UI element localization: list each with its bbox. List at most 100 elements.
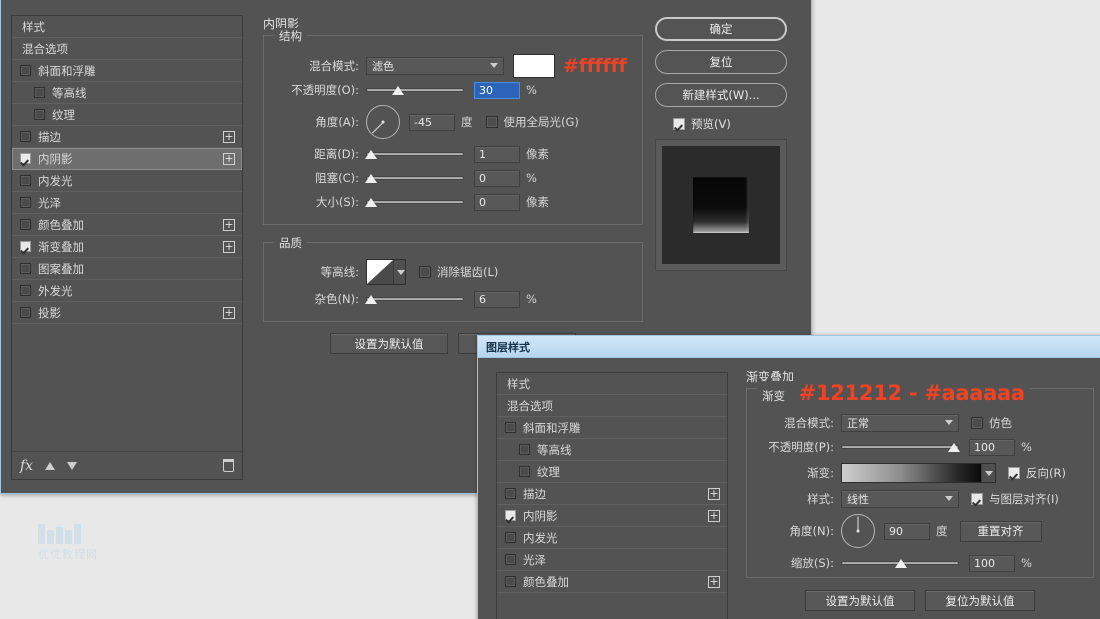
slider-thumb[interactable] bbox=[895, 559, 907, 568]
sidebar-item-inner-shadow[interactable]: 内阴影 + bbox=[12, 148, 242, 170]
sidebar2-item-inner-glow[interactable]: 内发光 bbox=[497, 527, 727, 549]
checkbox-inner-shadow[interactable] bbox=[505, 510, 516, 521]
size-input[interactable]: 0 bbox=[474, 193, 520, 211]
g-angle-dial[interactable] bbox=[841, 514, 875, 548]
angle-input[interactable]: -45 bbox=[409, 113, 455, 131]
checkbox-bevel-emboss[interactable] bbox=[20, 65, 31, 76]
add-color-overlay-icon[interactable]: + bbox=[223, 218, 235, 231]
checkbox-inner-glow[interactable] bbox=[505, 532, 516, 543]
arrow-up-icon[interactable] bbox=[45, 461, 56, 470]
gradient-preview-select[interactable] bbox=[841, 463, 996, 483]
add-stroke-icon[interactable]: + bbox=[708, 487, 720, 500]
checkbox-align-with-layer[interactable] bbox=[971, 493, 983, 505]
add-inner-shadow-icon[interactable]: + bbox=[708, 509, 720, 522]
reset-button-1[interactable]: 复位 bbox=[655, 50, 787, 74]
dialog-titlebar-2[interactable]: 图层样式 bbox=[478, 336, 1100, 358]
ok-button-1[interactable]: 确定 bbox=[655, 17, 787, 41]
set-default-button-1[interactable]: 设置为默认值 bbox=[330, 333, 448, 354]
checkbox-inner-shadow[interactable] bbox=[20, 153, 31, 164]
checkbox-drop-shadow[interactable] bbox=[20, 307, 31, 318]
checkbox-contour[interactable] bbox=[34, 87, 45, 98]
checkbox-stroke[interactable] bbox=[505, 488, 516, 499]
checkbox-antialias[interactable] bbox=[419, 266, 431, 278]
slider-thumb[interactable] bbox=[365, 198, 377, 207]
contour-preset-select[interactable] bbox=[366, 259, 406, 285]
blend-mode-select[interactable]: 滤色 bbox=[366, 57, 504, 75]
distance-slider[interactable] bbox=[365, 146, 464, 162]
new-style-button-1[interactable]: 新建样式(W)... bbox=[655, 83, 787, 107]
styles-list-panel-2[interactable]: 样式 混合选项 斜面和浮雕 等高线 纹理 描边 + 内阴影 + 内发光 光泽 颜… bbox=[496, 372, 728, 619]
angle-dial[interactable] bbox=[366, 105, 400, 139]
size-slider[interactable] bbox=[365, 194, 464, 210]
checkbox-preview[interactable] bbox=[673, 118, 685, 130]
shadow-color-swatch[interactable] bbox=[513, 54, 555, 78]
checkbox-color-overlay[interactable] bbox=[505, 576, 516, 587]
sidebar2-item-stroke[interactable]: 描边 + bbox=[497, 483, 727, 505]
checkbox-satin[interactable] bbox=[505, 554, 516, 565]
checkbox-inner-glow[interactable] bbox=[20, 175, 31, 186]
trash-icon[interactable] bbox=[223, 459, 234, 472]
noise-input[interactable]: 6 bbox=[474, 290, 520, 308]
checkbox-gradient-overlay[interactable] bbox=[20, 241, 31, 252]
fx-icon[interactable]: fx bbox=[20, 458, 33, 474]
checkbox-dither[interactable] bbox=[971, 417, 983, 429]
g-angle-input[interactable]: 90 bbox=[884, 522, 930, 540]
sidebar2-item-satin[interactable]: 光泽 bbox=[497, 549, 727, 571]
sidebar2-item-contour[interactable]: 等高线 bbox=[497, 439, 727, 461]
g-scale-input[interactable]: 100 bbox=[969, 554, 1015, 572]
g-blend-mode-select[interactable]: 正常 bbox=[841, 414, 959, 432]
sidebar-item-pattern-overlay[interactable]: 图案叠加 bbox=[12, 258, 242, 280]
slider-thumb[interactable] bbox=[365, 150, 377, 159]
add-drop-shadow-icon[interactable]: + bbox=[223, 306, 235, 319]
add-gradient-overlay-icon[interactable]: + bbox=[223, 240, 235, 253]
slider-thumb[interactable] bbox=[365, 174, 377, 183]
sidebar2-item-inner-shadow[interactable]: 内阴影 + bbox=[497, 505, 727, 527]
g-style-select[interactable]: 线性 bbox=[841, 490, 959, 508]
add-inner-shadow-icon[interactable]: + bbox=[223, 152, 235, 165]
g-opacity-input[interactable]: 100 bbox=[969, 438, 1015, 456]
opacity-slider[interactable] bbox=[366, 82, 464, 98]
sidebar2-item-texture[interactable]: 纹理 bbox=[497, 461, 727, 483]
sidebar2-item-styles[interactable]: 样式 bbox=[497, 373, 727, 395]
checkbox-pattern-overlay[interactable] bbox=[20, 263, 31, 274]
opacity-input[interactable]: 30 bbox=[474, 81, 520, 99]
checkbox-outer-glow[interactable] bbox=[20, 285, 31, 296]
distance-input[interactable]: 1 bbox=[474, 145, 520, 163]
chevron-down-icon[interactable] bbox=[981, 464, 995, 482]
g-scale-slider[interactable] bbox=[841, 555, 959, 571]
sidebar-item-stroke[interactable]: 描边 + bbox=[12, 126, 242, 148]
checkbox-texture[interactable] bbox=[519, 466, 530, 477]
reset-default-button-2[interactable]: 复位为默认值 bbox=[925, 590, 1035, 611]
sidebar-item-outer-glow[interactable]: 外发光 bbox=[12, 280, 242, 302]
add-stroke-icon[interactable]: + bbox=[223, 130, 235, 143]
sidebar-item-gradient-overlay[interactable]: 渐变叠加 + bbox=[12, 236, 242, 258]
layer-style-dialog-gradient-overlay[interactable]: 图层样式 样式 混合选项 斜面和浮雕 等高线 纹理 描边 + 内阴影 + 内发光… bbox=[477, 335, 1100, 619]
g-opacity-slider[interactable] bbox=[841, 439, 960, 455]
sidebar-item-styles[interactable]: 样式 bbox=[12, 16, 242, 38]
reset-align-button[interactable]: 重置对齐 bbox=[959, 520, 1042, 542]
styles-list-panel-1[interactable]: 样式 混合选项 斜面和浮雕 等高线 纹理 描边 + 内阴影 + 内发光 光泽 颜… bbox=[11, 15, 243, 480]
preview-toggle-row-1[interactable]: 预览(V) bbox=[655, 116, 787, 132]
noise-slider[interactable] bbox=[365, 291, 464, 307]
sidebar-item-color-overlay[interactable]: 颜色叠加 + bbox=[12, 214, 242, 236]
sidebar-item-bevel-emboss[interactable]: 斜面和浮雕 bbox=[12, 60, 242, 82]
sidebar2-item-color-overlay[interactable]: 颜色叠加 + bbox=[497, 571, 727, 593]
checkbox-texture[interactable] bbox=[34, 109, 45, 120]
slider-thumb[interactable] bbox=[365, 295, 377, 304]
sidebar-item-inner-glow[interactable]: 内发光 bbox=[12, 170, 242, 192]
sidebar-item-drop-shadow[interactable]: 投影 + bbox=[12, 302, 242, 324]
checkbox-reverse[interactable] bbox=[1008, 467, 1020, 479]
checkbox-color-overlay[interactable] bbox=[20, 219, 31, 230]
sidebar-item-blending-options[interactable]: 混合选项 bbox=[12, 38, 242, 60]
checkbox-bevel-emboss[interactable] bbox=[505, 422, 516, 433]
chevron-down-icon[interactable] bbox=[392, 260, 405, 284]
set-default-button-2[interactable]: 设置为默认值 bbox=[805, 590, 915, 611]
slider-thumb[interactable] bbox=[948, 443, 960, 452]
sidebar2-item-blending-options[interactable]: 混合选项 bbox=[497, 395, 727, 417]
sidebar-item-contour[interactable]: 等高线 bbox=[12, 82, 242, 104]
sidebar-item-texture[interactable]: 纹理 bbox=[12, 104, 242, 126]
checkbox-satin[interactable] bbox=[20, 197, 31, 208]
sidebar2-item-bevel-emboss[interactable]: 斜面和浮雕 bbox=[497, 417, 727, 439]
arrow-down-icon[interactable] bbox=[67, 461, 78, 470]
slider-thumb[interactable] bbox=[392, 86, 404, 95]
